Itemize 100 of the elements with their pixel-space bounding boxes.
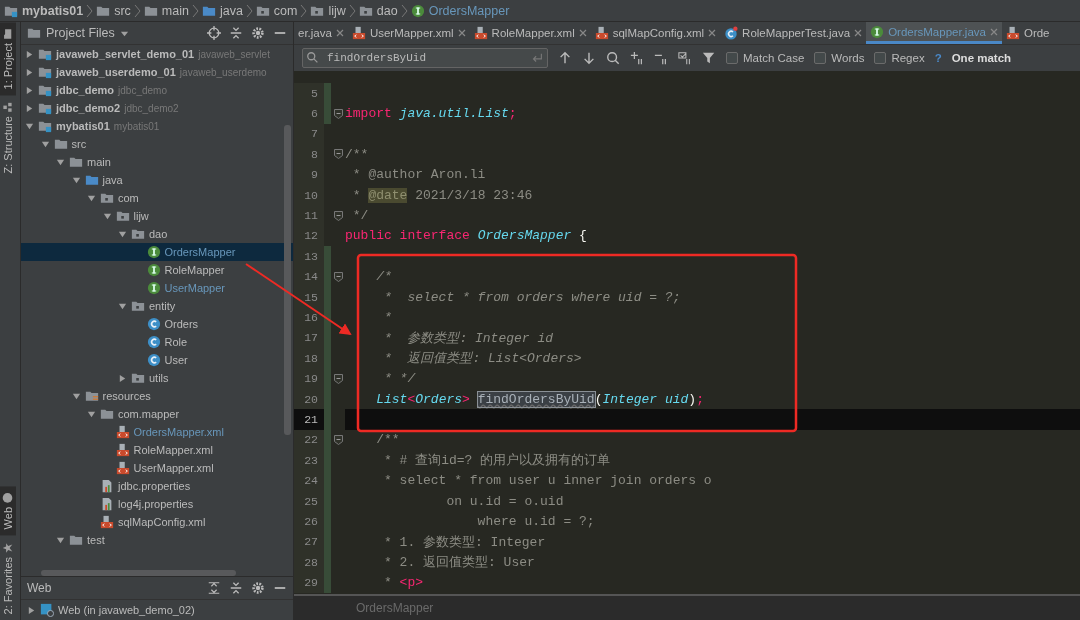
- option-checkbox[interactable]: Words: [814, 52, 865, 64]
- tree-item[interactable]: OrdersMapper: [21, 243, 293, 261]
- tree-item[interactable]: UserMapper: [21, 279, 293, 297]
- settings-icon[interactable]: [251, 26, 265, 40]
- close-icon[interactable]: [578, 29, 587, 37]
- add-occurrence-icon[interactable]: [630, 51, 644, 65]
- tree-item[interactable]: Web (in javaweb_demo_02): [21, 600, 293, 620]
- tree-item[interactable]: javaweb_servlet_demo_01 javaweb_servlet: [21, 45, 293, 63]
- collapse-all-icon[interactable]: [229, 26, 243, 40]
- search-field[interactable]: findOrdersByUid: [302, 48, 548, 68]
- tree-item[interactable]: mybatis01 mybatis01: [21, 117, 293, 135]
- select-all-occurrences-icon[interactable]: [678, 51, 692, 65]
- tree-item[interactable]: test: [21, 531, 293, 549]
- breadcrumb-item[interactable]: main: [143, 3, 189, 18]
- tree-item[interactable]: UserMapper.xml: [21, 459, 293, 477]
- close-icon[interactable]: [708, 29, 717, 37]
- tree-item[interactable]: main: [21, 153, 293, 171]
- scrollbar[interactable]: [284, 125, 291, 435]
- caret-icon[interactable]: [118, 229, 127, 239]
- editor-tab[interactable]: sqlMapConfig.xml: [590, 22, 721, 44]
- caret-icon[interactable]: [87, 409, 96, 419]
- search-icon[interactable]: [306, 51, 320, 65]
- close-icon[interactable]: [854, 29, 863, 37]
- settings-icon[interactable]: [251, 581, 265, 595]
- breadcrumb-item[interactable]: mybatis01: [4, 3, 84, 18]
- tree-item[interactable]: jdbc.properties: [21, 477, 293, 495]
- tree-item[interactable]: jdbc_demo jdbc_demo: [21, 81, 293, 99]
- tree-item[interactable]: User: [21, 351, 293, 369]
- crosshair-icon[interactable]: [207, 26, 221, 40]
- fold-icon[interactable]: [333, 149, 343, 160]
- view-selector[interactable]: Project Files: [27, 26, 129, 40]
- scrollbar[interactable]: [41, 570, 236, 576]
- breadcrumb-item[interactable]: src: [96, 3, 131, 18]
- arrow-up-icon[interactable]: [558, 51, 572, 65]
- caret-icon[interactable]: [87, 193, 96, 203]
- caret-icon[interactable]: [25, 121, 34, 131]
- editor-tab[interactable]: RoleMapper.xml: [469, 22, 591, 44]
- editor-tab[interactable]: er.java: [294, 22, 348, 44]
- find-all-icon[interactable]: [606, 51, 620, 65]
- breadcrumb-item[interactable]: java: [201, 3, 243, 18]
- caret-icon[interactable]: [56, 157, 65, 167]
- breadcrumb-item[interactable]: dao: [358, 3, 398, 18]
- fold-icon[interactable]: [333, 271, 343, 282]
- tool-window-button[interactable]: Z: Structure: [0, 95, 16, 180]
- fold-icon[interactable]: [333, 373, 343, 384]
- editor-tab[interactable]: RoleMapperTest.java: [720, 22, 867, 44]
- breadcrumb-item[interactable]: com: [255, 3, 298, 18]
- caret-icon[interactable]: [25, 49, 34, 59]
- tree-item[interactable]: RoleMapper: [21, 261, 293, 279]
- caret-icon[interactable]: [25, 85, 34, 95]
- caret-icon[interactable]: [25, 103, 34, 113]
- tree-item[interactable]: resources: [21, 387, 293, 405]
- close-icon[interactable]: [335, 29, 344, 37]
- tree-item[interactable]: com.mapper: [21, 405, 293, 423]
- tree-item[interactable]: java: [21, 171, 293, 189]
- tree-item[interactable]: sqlMapConfig.xml: [21, 513, 293, 531]
- tree-item[interactable]: javaweb_userdemo_01 javaweb_userdemo: [21, 63, 293, 81]
- caret-icon[interactable]: [71, 391, 81, 401]
- caret-icon[interactable]: [71, 175, 81, 185]
- tree-item[interactable]: src: [21, 135, 293, 153]
- tree-item[interactable]: utils: [21, 369, 293, 387]
- tree-item[interactable]: Orders: [21, 315, 293, 333]
- expand-all-icon[interactable]: [207, 581, 221, 595]
- class-icon: [146, 353, 161, 367]
- editor-tab[interactable]: Orde: [1001, 22, 1054, 44]
- help-link[interactable]: ?: [934, 52, 942, 64]
- caret-icon[interactable]: [27, 605, 36, 615]
- fold-icon[interactable]: [333, 434, 343, 445]
- tree-item[interactable]: RoleMapper.xml: [21, 441, 293, 459]
- tree-item[interactable]: com: [21, 189, 293, 207]
- close-icon[interactable]: [457, 29, 466, 37]
- collapse-all-icon[interactable]: [229, 581, 243, 595]
- fold-icon[interactable]: [333, 108, 343, 119]
- editor-tab[interactable]: UserMapper.xml: [347, 22, 470, 44]
- tree-item[interactable]: entity: [21, 297, 293, 315]
- fold-icon[interactable]: [333, 210, 343, 221]
- caret-icon[interactable]: [56, 535, 65, 545]
- tool-window-button[interactable]: 1: Project: [0, 22, 16, 96]
- caret-icon[interactable]: [40, 139, 50, 149]
- caret-icon[interactable]: [118, 301, 127, 311]
- tool-window-button[interactable]: 2: Favorites: [0, 535, 16, 620]
- tree-item[interactable]: log4j.properties: [21, 495, 293, 513]
- close-icon[interactable]: [989, 27, 998, 36]
- line-number: 5: [294, 83, 324, 104]
- tree-item[interactable]: Role: [21, 333, 293, 351]
- tree-item[interactable]: lijw: [21, 207, 293, 225]
- tree-item[interactable]: OrdersMapper.xml: [21, 423, 293, 441]
- tree-item[interactable]: jdbc_demo2 jdbc_demo2: [21, 99, 293, 117]
- arrow-down-icon[interactable]: [582, 51, 596, 65]
- tree-item[interactable]: dao: [21, 225, 293, 243]
- line-number: 25: [294, 490, 324, 512]
- option-checkbox[interactable]: Match Case: [726, 52, 805, 64]
- tool-window-button[interactable]: Web: [0, 486, 16, 536]
- breadcrumb-item[interactable]: OrdersMapper: [410, 3, 510, 18]
- caret-icon[interactable]: [25, 67, 34, 77]
- option-checkbox[interactable]: Regex: [874, 52, 925, 64]
- caret-icon[interactable]: [118, 373, 127, 383]
- caret-icon[interactable]: [102, 211, 112, 221]
- filter-icon[interactable]: [702, 51, 716, 65]
- breadcrumb-item[interactable]: lijw: [310, 3, 346, 18]
